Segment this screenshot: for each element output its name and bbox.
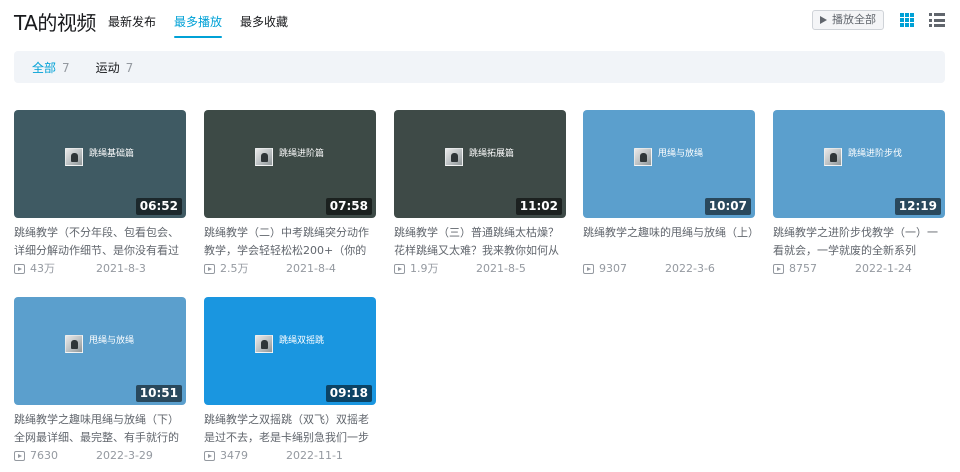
video-title[interactable]: 跳绳教学之趣味的甩绳与放绳（上） [583,224,755,260]
publish-date: 2022-3-6 [665,262,715,275]
filter-all-count: 7 [62,60,70,75]
play-count-icon [14,264,25,274]
cover-logo [824,148,842,166]
video-title[interactable]: 跳绳教学（三）普通跳绳太枯燥？花样跳绳又太难？我来教你如何从 [394,224,566,260]
play-count-icon [394,264,405,274]
video-cover[interactable]: 甩绳与放绳 10:51 [14,297,186,405]
video-card[interactable]: 跳绳拓展篇 11:02 跳绳教学（三）普通跳绳太枯燥？花样跳绳又太难？我来教你如… [394,110,566,280]
video-cover[interactable]: 跳绳基础篇 06:52 [14,110,186,218]
play-count: 3479 [220,449,248,462]
cover-logo [65,335,83,353]
play-count-icon [204,264,215,274]
cover-logo [255,335,273,353]
cover-title: 跳绳双摇跳 [279,336,325,346]
cover-branding: 跳绳双摇跳 [255,335,335,355]
video-title[interactable]: 跳绳教学之双摇跳（双飞）双摇老是过不去，老是卡绳别急我们一步 [204,411,376,447]
video-meta: 1.9万 2021-8-5 [394,261,566,277]
cover-logo [634,148,652,166]
play-all-button[interactable]: 播放全部 [812,10,884,30]
cover-title: 甩绳与放绳 [658,149,704,159]
filter-sports-label: 运动 [95,60,120,75]
play-count: 43万 [30,262,55,275]
video-meta: 8757 2022-1-24 [773,261,945,277]
video-duration: 10:51 [135,385,182,402]
cover-logo [65,148,83,166]
video-card[interactable]: 甩绳与放绳 10:07 跳绳教学之趣味的甩绳与放绳（上） 9307 2022-3… [583,110,755,280]
grid-view-icon[interactable] [900,13,914,27]
video-duration: 07:58 [325,198,372,215]
list-view-icon[interactable] [929,13,945,27]
play-count: 8757 [789,262,817,275]
cover-logo [445,148,463,166]
video-title[interactable]: 跳绳教学（不分年段、包看包会、详细分解动作细节、是你没有看过 [14,224,186,260]
publish-date: 2021-8-5 [476,262,526,275]
play-count: 1.9万 [410,262,439,275]
page-title: TA的视频 [14,11,96,35]
play-count-icon [204,451,215,461]
play-count: 2.5万 [220,262,249,275]
video-duration: 10:07 [704,198,751,215]
video-meta: 43万 2021-8-3 [14,261,186,277]
video-cover[interactable]: 跳绳进阶步伐 12:19 [773,110,945,218]
video-duration: 11:02 [515,198,562,215]
cover-branding: 跳绳拓展篇 [445,148,525,168]
play-icon [820,16,827,24]
cover-branding: 跳绳进阶步伐 [824,148,904,168]
cover-title: 跳绳进阶步伐 [848,149,903,159]
cover-branding: 甩绳与放绳 [65,335,145,355]
category-filter-bar: 全部 7 运动 7 [14,51,945,83]
play-count-icon [773,264,784,274]
order-tabs: 最新发布 最多播放 最多收藏 [108,8,306,38]
video-cover[interactable]: 跳绳双摇跳 09:18 [204,297,376,405]
publish-date: 2021-8-3 [96,262,146,275]
filter-all-label: 全部 [32,60,57,75]
video-meta: 2.5万 2021-8-4 [204,261,376,277]
video-title[interactable]: 跳绳教学之趣味甩绳与放绳（下）全网最详细、最完整、有手就行的 [14,411,186,447]
filter-all[interactable]: 全部 7 [32,59,70,76]
video-card[interactable]: 跳绳进阶步伐 12:19 跳绳教学之进阶步伐教学（一）一看就会，一学就废的全新系… [773,110,945,280]
video-card[interactable]: 跳绳基础篇 06:52 跳绳教学（不分年段、包看包会、详细分解动作细节、是你没有… [14,110,186,280]
cover-branding: 甩绳与放绳 [634,148,714,168]
cover-branding: 跳绳进阶篇 [255,148,335,168]
cover-title: 甩绳与放绳 [89,336,135,346]
video-meta: 3479 2022-11-1 [204,448,376,464]
video-duration: 09:18 [325,385,372,402]
publish-date: 2022-1-24 [855,262,912,275]
tab-latest[interactable]: 最新发布 [108,8,156,38]
video-title[interactable]: 跳绳教学之进阶步伐教学（一）一看就会，一学就废的全新系列 [773,224,945,260]
video-card[interactable]: 甩绳与放绳 10:51 跳绳教学之趣味甩绳与放绳（下）全网最详细、最完整、有手就… [14,297,186,467]
tab-most-favorited[interactable]: 最多收藏 [240,8,288,38]
play-count: 7630 [30,449,58,462]
cover-branding: 跳绳基础篇 [65,148,145,168]
publish-date: 2021-8-4 [286,262,336,275]
cover-title: 跳绳进阶篇 [279,149,325,159]
play-count: 9307 [599,262,627,275]
video-card[interactable]: 跳绳进阶篇 07:58 跳绳教学（二）中考跳绳突分动作教学，学会轻轻松松200+… [204,110,376,280]
video-duration: 06:52 [135,198,182,215]
filter-sports[interactable]: 运动 7 [96,59,134,76]
video-meta: 9307 2022-3-6 [583,261,755,277]
video-card[interactable]: 跳绳双摇跳 09:18 跳绳教学之双摇跳（双飞）双摇老是过不去，老是卡绳别急我们… [204,297,376,467]
video-header: TA的视频 最新发布 最多播放 最多收藏 播放全部 [14,8,946,38]
video-title[interactable]: 跳绳教学（二）中考跳绳突分动作教学，学会轻轻松松200+（你的速 [204,224,376,260]
publish-date: 2022-11-1 [286,449,343,462]
filter-sports-count: 7 [125,60,134,75]
play-count-icon [14,451,25,461]
play-all-label: 播放全部 [832,13,876,26]
video-duration: 12:19 [894,198,941,215]
video-meta: 7630 2022-3-29 [14,448,186,464]
tab-most-played[interactable]: 最多播放 [174,8,223,38]
video-cover[interactable]: 甩绳与放绳 10:07 [583,110,755,218]
publish-date: 2022-3-29 [96,449,153,462]
cover-title: 跳绳拓展篇 [469,149,515,159]
play-count-icon [583,264,594,274]
cover-logo [255,148,273,166]
cover-title: 跳绳基础篇 [89,149,135,159]
video-cover[interactable]: 跳绳进阶篇 07:58 [204,110,376,218]
video-cover[interactable]: 跳绳拓展篇 11:02 [394,110,566,218]
